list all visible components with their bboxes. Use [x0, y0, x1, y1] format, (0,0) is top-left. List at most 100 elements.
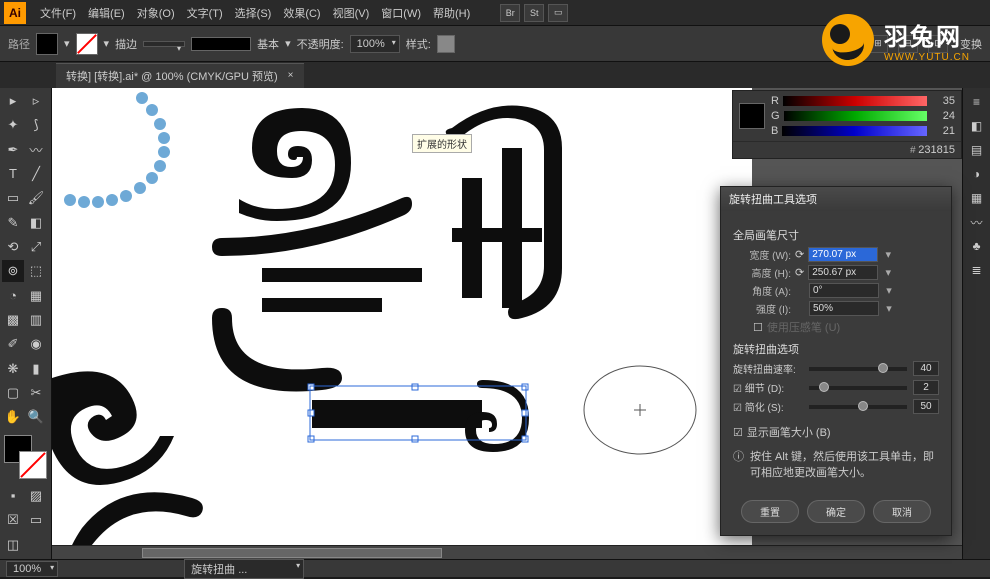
ok-button[interactable]: 确定: [807, 500, 865, 523]
rectangle-tool[interactable]: ▭: [2, 187, 24, 209]
intensity-input[interactable]: 50%: [809, 301, 879, 316]
document-tab[interactable]: 转换] [转换].ai* @ 100% (CMYK/GPU 预览) ×: [56, 63, 304, 88]
close-tab-icon[interactable]: ×: [288, 70, 294, 81]
gradient-tool[interactable]: ▥: [25, 309, 47, 331]
menu-window[interactable]: 窗口(W): [375, 2, 427, 24]
paintbrush-tool[interactable]: 🖌: [25, 187, 47, 209]
fill-swatch-group[interactable]: [36, 33, 58, 55]
simplify-label[interactable]: 简化 (S):: [733, 399, 803, 414]
direct-selection-tool[interactable]: ▹: [25, 90, 47, 112]
reset-button[interactable]: 重置: [741, 500, 799, 523]
opacity-dropdown[interactable]: 100%: [350, 35, 400, 53]
stroke-color-box[interactable]: [19, 451, 47, 479]
shaper-tool[interactable]: ✎: [2, 212, 24, 234]
color-panel-swatch[interactable]: [739, 103, 765, 129]
b-value[interactable]: 21: [931, 125, 955, 137]
dock-brushes-icon[interactable]: 〰: [967, 212, 987, 232]
zoom-level[interactable]: 100%: [6, 561, 58, 577]
eraser-tool[interactable]: ◧: [25, 212, 47, 234]
lasso-tool[interactable]: ⟆: [25, 114, 47, 136]
menu-help[interactable]: 帮助(H): [427, 2, 476, 24]
artboard-tool[interactable]: ▢: [2, 382, 24, 404]
r-value[interactable]: 35: [931, 95, 955, 107]
menu-effect[interactable]: 效果(C): [277, 2, 326, 24]
curvature-tool[interactable]: 〰: [25, 139, 47, 161]
dock-libraries-icon[interactable]: ▤: [967, 140, 987, 160]
gradient-mode-icon[interactable]: ▨: [25, 485, 47, 507]
dock-stroke-icon[interactable]: ≣: [967, 260, 987, 280]
screen-mode-icon[interactable]: ▭: [25, 509, 47, 531]
b-slider[interactable]: [782, 126, 927, 136]
simplify-slider[interactable]: [809, 405, 907, 409]
stroke-swatch[interactable]: [76, 33, 98, 55]
menu-edit[interactable]: 编辑(E): [82, 2, 131, 24]
stroke-profile[interactable]: [191, 37, 251, 51]
perspective-tool[interactable]: ▦: [25, 285, 47, 307]
free-transform-tool[interactable]: ⬚: [25, 260, 47, 282]
cancel-button[interactable]: 取消: [873, 500, 931, 523]
fill-stroke-indicator[interactable]: [4, 435, 47, 479]
menu-object[interactable]: 对象(O): [131, 2, 181, 24]
hex-value[interactable]: # 231815: [733, 142, 961, 158]
dialog-title[interactable]: 旋转扭曲工具选项: [721, 187, 951, 211]
none-mode-icon[interactable]: ☒: [2, 509, 24, 531]
detail-value[interactable]: 2: [913, 380, 939, 395]
menu-view[interactable]: 视图(V): [327, 2, 376, 24]
dock-symbols-icon[interactable]: ♣: [967, 236, 987, 256]
horizontal-scrollbar[interactable]: [52, 545, 962, 559]
scrollbar-thumb[interactable]: [142, 548, 442, 558]
shape-builder-tool[interactable]: ◔: [2, 285, 24, 307]
color-mode-icon[interactable]: ▪: [2, 485, 24, 507]
g-slider[interactable]: [784, 111, 927, 121]
eyedropper-tool[interactable]: ✐: [2, 333, 24, 355]
width-dropdown-icon[interactable]: ▾: [882, 248, 894, 261]
g-value[interactable]: 24: [931, 110, 955, 122]
hand-tool[interactable]: ✋: [2, 406, 24, 428]
graphic-style-swatch[interactable]: [437, 35, 455, 53]
width-input[interactable]: 270.07 px: [808, 247, 878, 262]
slice-tool[interactable]: ✂: [25, 382, 47, 404]
fill-dropdown-icon[interactable]: ▾: [64, 37, 70, 50]
detail-label[interactable]: 细节 (D):: [733, 380, 803, 395]
height-input[interactable]: 250.67 px: [808, 265, 878, 280]
arrange-button[interactable]: ▭: [548, 4, 568, 22]
magic-wand-tool[interactable]: ✦: [2, 114, 24, 136]
dock-layers-icon[interactable]: ◧: [967, 116, 987, 136]
stock-button[interactable]: St: [524, 4, 544, 22]
status-tool-label[interactable]: 旋转扭曲 ...: [184, 559, 304, 579]
bridge-button[interactable]: Br: [500, 4, 520, 22]
stroke-dropdown-icon[interactable]: ▾: [104, 37, 110, 50]
rate-value[interactable]: 40: [913, 361, 939, 376]
height-dropdown-icon[interactable]: ▾: [882, 266, 894, 279]
symbol-sprayer-tool[interactable]: ❋: [2, 358, 24, 380]
rotate-tool[interactable]: ⟲: [2, 236, 24, 258]
angle-input[interactable]: 0°: [809, 283, 879, 298]
scale-tool[interactable]: ⤢: [25, 236, 47, 258]
drawing-mode-icon[interactable]: ◫: [2, 534, 24, 556]
menu-type[interactable]: 文字(T): [181, 2, 229, 24]
rate-slider[interactable]: [809, 367, 907, 371]
simplify-value[interactable]: 50: [913, 399, 939, 414]
stepper-icon[interactable]: ⟳: [795, 266, 804, 279]
pen-tool[interactable]: ✒: [2, 139, 24, 161]
mesh-tool[interactable]: ▩: [2, 309, 24, 331]
r-slider[interactable]: [783, 96, 927, 106]
stepper-icon[interactable]: ⟳: [795, 248, 804, 261]
dock-swatches-icon[interactable]: ▦: [967, 188, 987, 208]
zoom-tool[interactable]: 🔍: [25, 406, 47, 428]
type-tool[interactable]: T: [2, 163, 24, 185]
width-tool[interactable]: ⊚: [2, 260, 24, 282]
dock-color-icon[interactable]: ◑: [967, 164, 987, 184]
column-graph-tool[interactable]: ▮: [25, 358, 47, 380]
blend-tool[interactable]: ◉: [25, 333, 47, 355]
show-brush-checkbox[interactable]: ☑: [733, 426, 743, 439]
stroke-weight-dropdown[interactable]: [143, 41, 185, 47]
menu-select[interactable]: 选择(S): [229, 2, 278, 24]
style-dropdown-icon[interactable]: ▾: [285, 37, 291, 50]
line-tool[interactable]: ╱: [25, 163, 47, 185]
fill-swatch[interactable]: [36, 33, 58, 55]
intensity-dropdown-icon[interactable]: ▾: [883, 302, 895, 315]
detail-slider[interactable]: [809, 386, 907, 390]
selection-tool[interactable]: ▸: [2, 90, 24, 112]
dock-properties-icon[interactable]: ≡: [967, 92, 987, 112]
